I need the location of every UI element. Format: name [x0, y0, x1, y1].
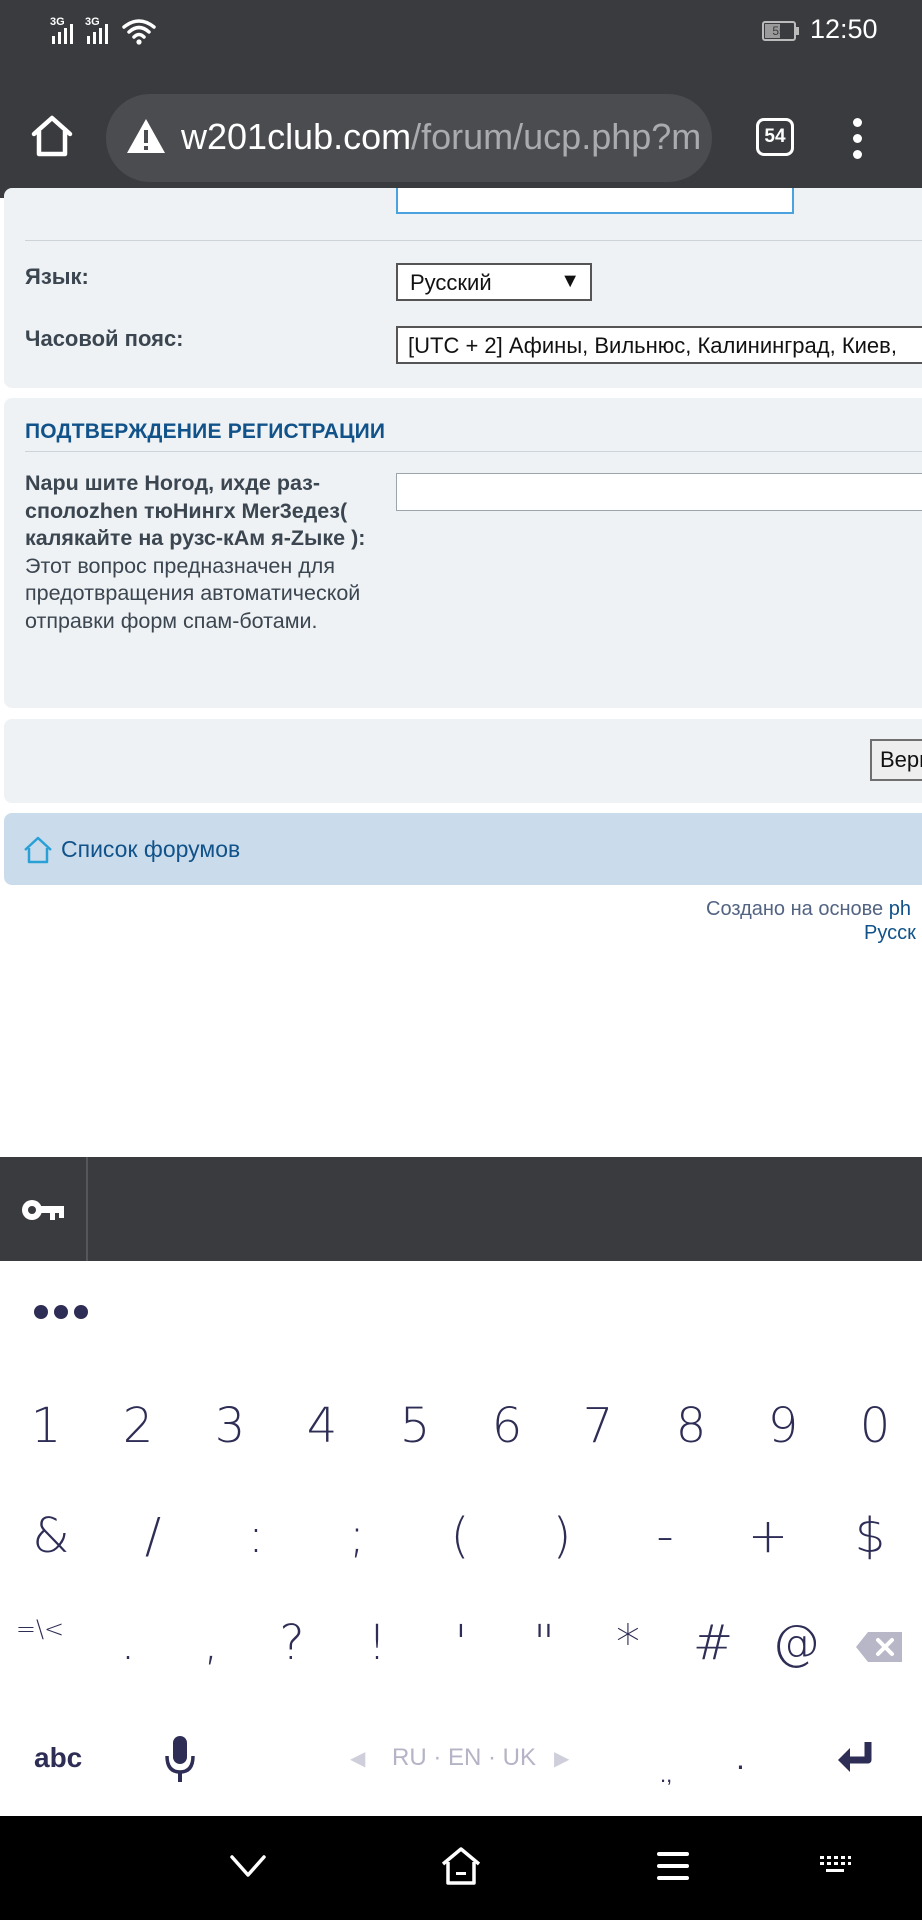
hide-keyboard-icon[interactable] — [228, 1852, 268, 1880]
chevron-right-icon[interactable]: ▶ — [554, 1746, 569, 1771]
captcha-explanation: Этот вопрос предназначен для предотвраще… — [25, 553, 361, 633]
tab-switcher-button[interactable]: 54 — [756, 118, 794, 156]
key-symbol2-1[interactable]: . — [88, 1615, 168, 1671]
timezone-value: [UTC + 2] Афины, Вильнюс, Калининград, К… — [408, 333, 897, 358]
home-icon[interactable] — [30, 114, 74, 158]
system-navigation-bar — [0, 1816, 922, 1920]
comma-period-key[interactable]: ., — [660, 1762, 672, 1788]
timezone-select[interactable]: [UTC + 2] Афины, Вильнюс, Калининград, К… — [396, 326, 922, 364]
signal-icon-2: 3G — [85, 16, 115, 46]
timezone-label: Часовой пояс: — [25, 326, 184, 351]
key-symbol2-9[interactable]: @ — [756, 1615, 836, 1671]
captcha-question: Napu шите Horoд, ихде раз-сполоzhen тюНи… — [25, 470, 385, 635]
abc-key[interactable]: abc — [34, 1742, 82, 1774]
key-number-4[interactable]: 5 — [375, 1398, 455, 1454]
keyboard-icon[interactable] — [818, 1854, 852, 1878]
key-number-3[interactable]: 4 — [282, 1398, 362, 1454]
confirm-password-input[interactable] — [396, 188, 794, 214]
warning-icon[interactable] — [125, 117, 167, 155]
language-label: Язык: — [25, 264, 89, 289]
captcha-question-text: Napu шите Horoд, ихде раз-сполоzhen тюНи… — [25, 471, 366, 550]
chevron-left-icon[interactable]: ◀ — [350, 1746, 365, 1771]
key-symbol-5[interactable]: ) — [522, 1508, 602, 1564]
key-symbol2-5[interactable]: ' — [421, 1615, 501, 1671]
key-symbol-3[interactable]: ; — [317, 1508, 397, 1564]
key-number-8[interactable]: 9 — [743, 1398, 823, 1454]
more-options-icon[interactable] — [853, 118, 863, 166]
language-value: Русский — [410, 270, 492, 295]
key-symbol2-2[interactable]: , — [171, 1615, 251, 1671]
language-select[interactable]: Русский ▼ — [396, 263, 592, 301]
key-symbol2-7[interactable]: * — [588, 1615, 668, 1671]
registration-title: ПОДТВЕРЖДЕНИЕ РЕГИСТРАЦИИ — [25, 420, 386, 443]
key-symbol-6[interactable]: - — [625, 1508, 705, 1564]
key-number-6[interactable]: 7 — [558, 1398, 638, 1454]
more-options-icon[interactable] — [34, 1305, 94, 1324]
submit-panel — [4, 719, 922, 803]
footer-phpbb-link[interactable]: ph — [889, 898, 911, 920]
key-symbol2-6[interactable]: " — [504, 1615, 584, 1671]
status-bar: 3G 3G 55 12:50 — [0, 0, 922, 64]
key-number-0[interactable]: 1 — [6, 1398, 86, 1454]
recent-apps-icon[interactable] — [655, 1848, 691, 1884]
signal-icon-1: 3G — [50, 16, 80, 46]
key-number-2[interactable]: 3 — [190, 1398, 270, 1454]
key-symbol-8[interactable]: $ — [830, 1508, 910, 1564]
chevron-down-icon: ▼ — [560, 270, 580, 292]
enter-icon[interactable] — [836, 1740, 876, 1776]
key-symbol2-0[interactable]: =\< — [0, 1615, 80, 1643]
backspace-icon[interactable] — [854, 1630, 904, 1664]
language-switch-key[interactable]: RU · EN · UK — [392, 1744, 536, 1772]
key-number-7[interactable]: 8 — [651, 1398, 731, 1454]
keyboard-toolbar — [0, 1157, 922, 1261]
url-path: /forum/ucp.php?m — [411, 116, 702, 157]
forum-list-link[interactable]: Список форумов — [61, 836, 240, 863]
key-number-1[interactable]: 2 — [98, 1398, 178, 1454]
key-number-5[interactable]: 6 — [467, 1398, 547, 1454]
battery-icon: 55 — [762, 21, 796, 41]
submit-button[interactable]: Вери — [870, 739, 922, 781]
footer-created-text: Создано на основе — [706, 898, 884, 920]
key-symbol2-4[interactable]: ! — [337, 1615, 417, 1671]
browser-toolbar: w201club.com/forum/ucp.php?m 54 — [0, 64, 922, 198]
microphone-icon[interactable] — [163, 1734, 197, 1784]
tab-count: 54 — [764, 126, 786, 147]
period-key[interactable]: . — [736, 1740, 745, 1777]
key-symbol-7[interactable]: + — [728, 1508, 808, 1564]
signal-1-label: 3G — [50, 16, 65, 28]
address-bar[interactable]: w201club.com/forum/ucp.php?m — [106, 94, 712, 182]
battery-level: 55 — [772, 24, 786, 38]
clock: 12:50 — [810, 14, 878, 44]
key-symbol-4[interactable]: ( — [420, 1508, 500, 1564]
url-domain: w201club.com — [181, 116, 412, 157]
divider — [25, 451, 922, 452]
key-symbol2-3[interactable]: ? — [252, 1615, 332, 1671]
footer-credit: Создано на основе ph — [706, 898, 911, 921]
url-text[interactable]: w201club.com/forum/ucp.php?m — [181, 116, 701, 158]
captcha-answer-input[interactable] — [396, 473, 922, 511]
wifi-icon — [122, 19, 156, 45]
key-symbol-2[interactable]: : — [216, 1508, 296, 1564]
key-icon[interactable] — [20, 1195, 66, 1225]
signal-2-label: 3G — [85, 16, 100, 28]
home-icon[interactable] — [440, 1846, 482, 1886]
submit-label: Вери — [880, 747, 922, 772]
key-symbol2-8[interactable]: # — [673, 1615, 753, 1671]
divider — [25, 240, 922, 241]
home-icon[interactable] — [22, 835, 54, 865]
footer-language-link[interactable]: Русск — [864, 922, 916, 945]
key-symbol-0[interactable]: & — [11, 1508, 91, 1564]
key-number-9[interactable]: 0 — [835, 1398, 915, 1454]
key-symbol-1[interactable]: / — [113, 1508, 193, 1564]
